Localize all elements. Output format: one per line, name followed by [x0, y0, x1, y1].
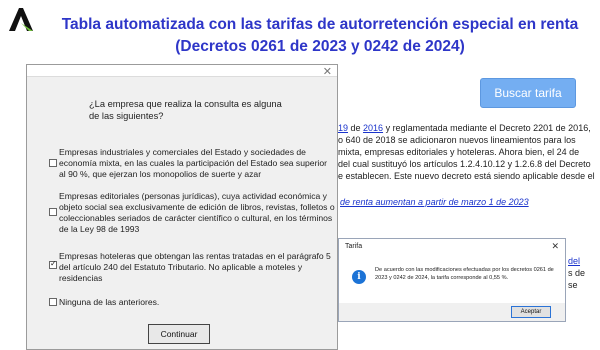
option-label: Empresas hoteleras que obtengan las rent…: [59, 251, 331, 283]
article-link[interactable]: 2016: [363, 123, 383, 133]
info-icon: i: [352, 270, 366, 284]
article-line: 19 de 2016 y reglamentada mediante el De…: [338, 123, 591, 133]
option-checkbox-checked[interactable]: [49, 259, 57, 269]
message-text: De acuerdo con las modificaciones efectu…: [375, 267, 554, 281]
close-icon[interactable]: ✕: [551, 241, 559, 252]
dialog-titlebar: [27, 65, 337, 77]
close-icon[interactable]: ✕: [323, 65, 332, 78]
aceptar-button[interactable]: Aceptar: [511, 306, 551, 318]
article-line: e establecen. Este nuevo decreto está si…: [338, 171, 595, 181]
dialog-question: ¿La empresa que realiza la consulta es a…: [89, 99, 282, 121]
page-title: Tabla automatizada con las tarifas de au…: [61, 16, 579, 55]
article-line: mixta, empresas editoriales y hoteleras.…: [338, 147, 580, 157]
option-checkbox[interactable]: [49, 298, 57, 306]
edge-text: se: [568, 280, 578, 290]
option-label: Ninguna de las anteriores.: [59, 297, 160, 307]
article-line: del cual sustituyó los artículos 1.2.4.1…: [338, 159, 591, 169]
continuar-button[interactable]: Continuar: [148, 324, 210, 344]
consulta-dialog: ✕ ¿La empresa que realiza la consulta es…: [26, 64, 338, 350]
option-label: Empresas editoriales (personas jurídicas…: [59, 191, 335, 234]
option-checkbox[interactable]: [49, 208, 57, 216]
article-link[interactable]: 19: [338, 123, 348, 133]
option-label: Empresas industriales y comerciales del …: [59, 147, 327, 179]
option-checkbox[interactable]: [49, 159, 57, 167]
message-box-footer: Aceptar: [339, 303, 565, 321]
message-box-title: Tarifa: [345, 243, 363, 250]
article-link[interactable]: de renta aumentan a partir de marzo 1 de…: [340, 197, 529, 207]
buscar-tarifa-button[interactable]: Buscar tarifa: [480, 78, 576, 108]
edge-text: s de: [568, 268, 586, 278]
tarifa-message-box: Tarifa ✕ i De acuerdo con las modificaci…: [338, 238, 566, 322]
actualicese-logo: [9, 8, 33, 31]
article-line: o 640 de 2018 se adicionaron nuevos line…: [338, 135, 576, 145]
edge-text[interactable]: del: [568, 256, 580, 266]
